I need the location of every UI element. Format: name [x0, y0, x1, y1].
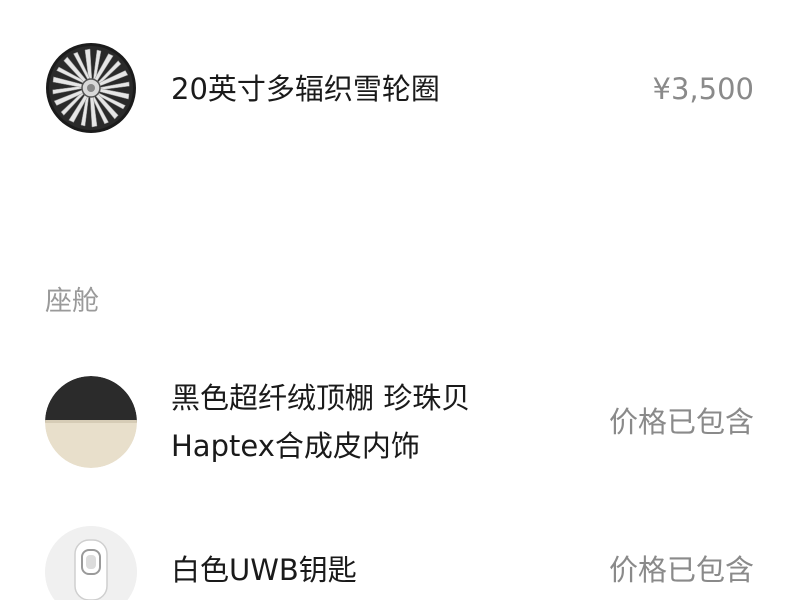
section-label-cabin: 座舱 [45, 286, 99, 317]
options-list-page: 20英寸多辐织雪轮圈 ¥3,500 座舱 黑色超纤绒顶棚 珍珠贝 Haptex合… [0, 0, 800, 600]
option-price-wheels: ¥3,500 [652, 72, 754, 106]
option-row-uwb-key[interactable]: 白色UWB钥匙 价格已包含 [0, 526, 800, 600]
option-title-interior-line1: 黑色超纤绒顶棚 珍珠贝 [171, 381, 471, 415]
option-title-uwb-key: 白色UWB钥匙 [171, 553, 357, 587]
uwb-key-icon [45, 526, 137, 600]
option-row-wheels[interactable]: 20英寸多辐织雪轮圈 ¥3,500 [0, 42, 800, 138]
interior-swatch-icon [45, 376, 137, 468]
option-price-interior: 价格已包含 [608, 405, 754, 439]
option-price-uwb-key: 价格已包含 [608, 553, 754, 587]
option-title-interior-line2: Haptex合成皮内饰 [171, 429, 420, 463]
wheel-rim-icon [45, 42, 137, 134]
option-title-wheels: 20英寸多辐织雪轮圈 [171, 72, 440, 106]
option-row-interior[interactable]: 黑色超纤绒顶棚 珍珠贝 Haptex合成皮内饰 价格已包含 [0, 376, 800, 472]
